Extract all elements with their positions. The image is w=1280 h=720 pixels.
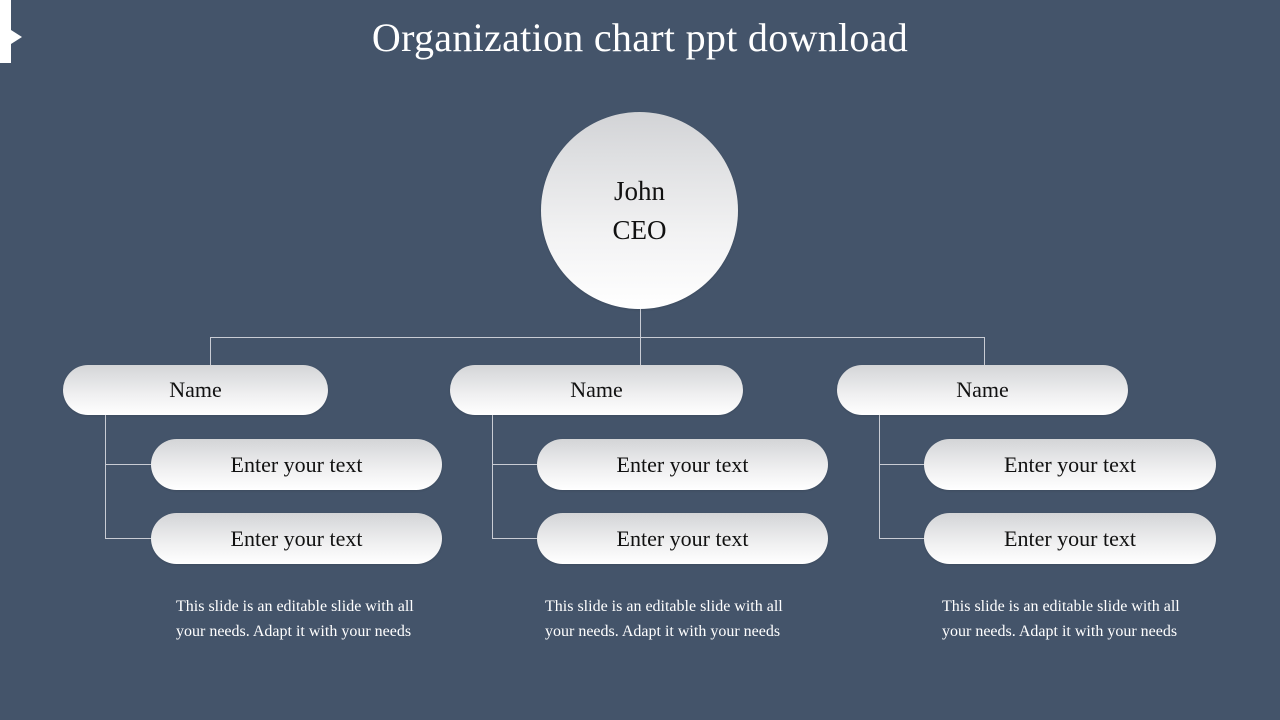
connector-branch-3-spine [879,415,880,539]
org-node-branch-3[interactable]: Name [837,365,1128,415]
root-person-title: CEO [612,214,667,245]
org-node-branch-3-child-1[interactable]: Enter your text [924,439,1216,490]
org-node-branch-1-child-2[interactable]: Enter your text [151,513,442,564]
connector-branch-1-spine [105,415,106,539]
root-person-name: John [613,175,665,206]
branch-2-note: This slide is an editable slide with all… [545,598,783,640]
org-node-branch-1-child-1[interactable]: Enter your text [151,439,442,490]
connector-branch-3-child-2 [879,538,925,539]
org-node-root[interactable]: John CEO [541,112,738,309]
slide-canvas: Organization chart ppt download John CEO… [0,0,1280,720]
connector-drop-branch-1 [210,337,211,366]
branch-3-note: This slide is an editable slide with all… [942,598,1180,640]
page-title: Organization chart ppt download [371,15,909,60]
connector-horizontal-bus [210,337,985,338]
connector-branch-2-child-1 [492,464,538,465]
connector-drop-branch-2 [640,337,641,366]
org-node-branch-2-child-1[interactable]: Enter your text [537,439,828,490]
connector-branch-1-child-1 [105,464,152,465]
branch-1-note: This slide is an editable slide with all… [176,598,414,640]
org-node-branch-2[interactable]: Name [450,365,743,415]
connector-branch-2-spine [492,415,493,539]
connector-branch-1-child-2 [105,538,152,539]
connector-drop-branch-3 [984,337,985,366]
org-node-branch-1[interactable]: Name [63,365,328,415]
connector-branch-3-child-1 [879,464,925,465]
org-node-branch-3-child-2[interactable]: Enter your text [924,513,1216,564]
connector-root-stem [640,309,641,338]
org-node-branch-2-child-2[interactable]: Enter your text [537,513,828,564]
connector-branch-2-child-2 [492,538,538,539]
